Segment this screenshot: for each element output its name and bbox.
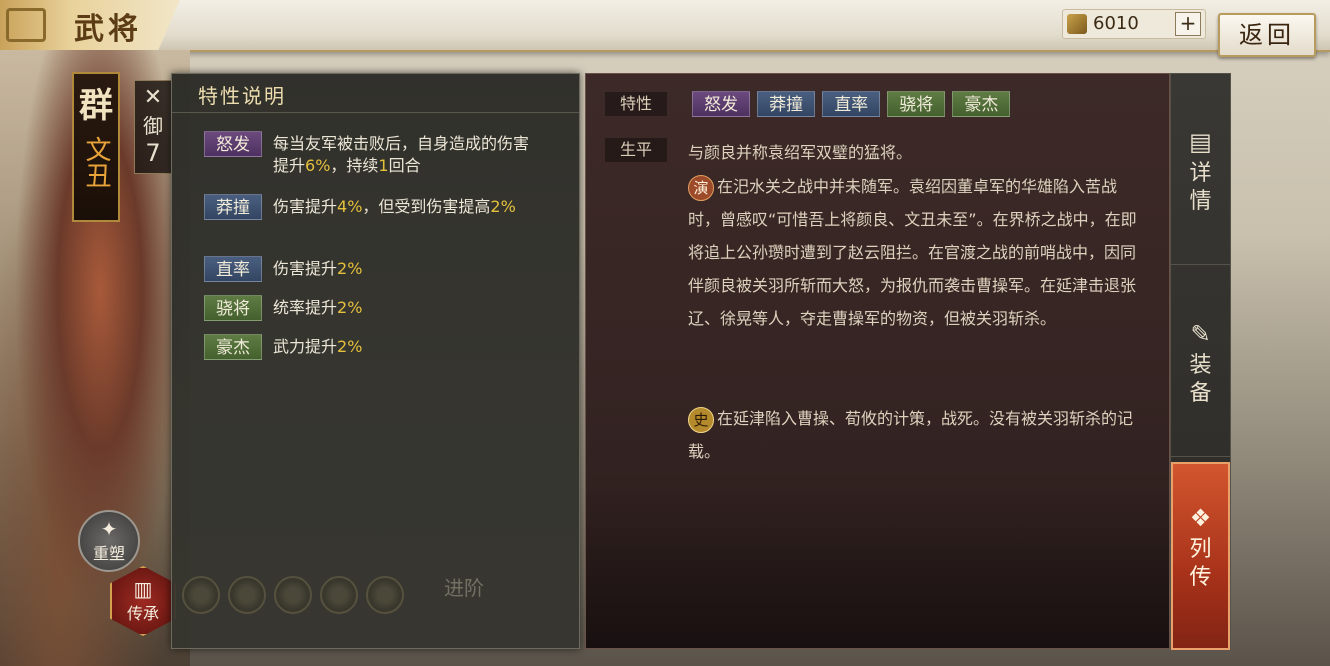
trait-tag: 豪杰	[204, 334, 262, 360]
trait-tag: 怒发	[204, 131, 262, 157]
tab-biography[interactable]: ❖ 列 传	[1171, 462, 1230, 650]
trait-tag: 莽撞	[204, 194, 262, 220]
battle-scene-background	[586, 488, 1169, 648]
add-currency-button[interactable]: +	[1175, 12, 1201, 36]
rebuild-button[interactable]: ✦ 重塑	[78, 510, 140, 572]
gold-ingot-icon	[1067, 14, 1087, 34]
tab-label: 情	[1189, 189, 1212, 214]
currency-display: 6010 +	[1062, 9, 1206, 39]
page-title: 武将	[74, 12, 142, 47]
tab-label: 详	[1189, 161, 1212, 186]
history-text: 在延津陷入曹操、荀攸的计策，战死。没有被关羽斩杀的记载。	[688, 409, 1134, 461]
divider	[172, 112, 579, 113]
trait-tag: 骁将	[204, 295, 262, 321]
trait-row: 怒发 每当友军被击败后，自身造成的伤害提升6%，持续1回合	[204, 131, 554, 175]
star-slot-icon	[274, 576, 312, 614]
desc-text: 武力提升	[273, 337, 338, 356]
top-bar: 武将 6010 +	[0, 0, 1330, 52]
novel-account: 演在汜水关之战中并未随军。袁绍因董卓军的华雄陷入苦战时，曾感叹“可惜吾上将颜良、…	[688, 170, 1144, 335]
troop-type-label: 御	[143, 114, 163, 138]
desc-text: 统率提升	[273, 298, 338, 317]
biography-summary: 与颜良并称袁绍军双璧的猛将。	[688, 143, 913, 162]
star-slot-icon	[366, 576, 404, 614]
trait-tag-anger[interactable]: 怒发	[692, 91, 750, 117]
novel-text: 在汜水关之战中并未随军。袁绍因董卓军的华雄陷入苦战时，曾感叹“可惜吾上将颜良、文…	[688, 177, 1137, 328]
trait-row: 骁将 统率提升2%	[204, 295, 554, 321]
novel-mark-icon: 演	[688, 174, 714, 201]
history-account: 史在延津陷入曹操、荀攸的计策，战死。没有被关羽斩杀的记载。	[688, 402, 1144, 468]
trait-row: 莽撞 伤害提升4%，但受到伤害提高2%	[204, 194, 554, 220]
advance-button[interactable]: 进阶	[444, 572, 484, 601]
star-slot-icon	[182, 576, 220, 614]
tab-label: 列	[1189, 537, 1212, 562]
equipment-icon: ✎	[1190, 320, 1211, 348]
desc-text: 回合	[388, 156, 421, 175]
desc-highlight: 1	[378, 156, 389, 175]
desc-highlight: 6%	[305, 156, 331, 175]
trait-tag: 直率	[204, 256, 262, 282]
barcode-icon: ▥	[133, 577, 153, 601]
tab-label: 备	[1189, 381, 1212, 406]
trait-explanation-panel: 特性说明 怒发 每当友军被击败后，自身造成的伤害提升6%，持续1回合 莽撞 伤害…	[171, 73, 580, 649]
rebuild-label: 重塑	[92, 544, 125, 563]
desc-highlight: 2%	[337, 298, 363, 317]
desc-text: ，持续	[330, 156, 379, 175]
desc-text: 伤害提升	[273, 259, 338, 278]
desc-highlight: 2%	[337, 259, 363, 278]
trait-description: 统率提升2%	[273, 297, 543, 319]
rebuild-icon: ✦	[100, 517, 118, 541]
panel-title: 特性说明	[198, 84, 286, 108]
faction-banner: 群 文丑	[72, 72, 120, 222]
tab-details[interactable]: ▤ 详 情	[1171, 74, 1230, 265]
biography-icon: ❖	[1189, 504, 1212, 532]
trait-description: 每当友军被击败后，自身造成的伤害提升6%，持续1回合	[273, 133, 543, 177]
desc-highlight: 2%	[337, 337, 363, 356]
trait-description: 伤害提升4%，但受到伤害提高2%	[273, 196, 543, 218]
inherit-label: 传承	[126, 604, 159, 623]
trait-tag-hero[interactable]: 豪杰	[952, 91, 1011, 117]
troop-type-badge: ✕ 御 7	[134, 80, 172, 174]
desc-highlight: 4%	[337, 197, 363, 216]
desc-text: 伤害提升	[273, 197, 338, 216]
tab-label: 传	[1189, 565, 1212, 590]
desc-text: ，但受到伤害提高	[362, 197, 491, 216]
trait-tag-frank[interactable]: 直率	[822, 91, 881, 117]
biography-panel: 特性 怒发 莽撞 直率 骁将 豪杰 生平 与颜良并称袁绍军双璧的猛将。 演在汜水…	[585, 73, 1170, 649]
scroll-icon: ▤	[1189, 128, 1212, 156]
back-button[interactable]: 返回	[1218, 13, 1316, 57]
currency-amount: 6010	[1093, 13, 1139, 34]
faction-label: 群	[79, 86, 113, 126]
title-plate: 武将	[0, 0, 180, 50]
traits-label: 特性	[605, 92, 667, 116]
side-tab-bar: ▤ 详 情 ✎ 装 备 ❖ 列 传	[1170, 73, 1231, 650]
star-slot-icon	[320, 576, 358, 614]
troop-type-value: 7	[145, 139, 161, 167]
tab-label: 装	[1189, 353, 1212, 378]
hero-name: 文丑	[74, 136, 118, 197]
star-slot-icon	[228, 576, 266, 614]
shield-cross-icon: ✕	[143, 85, 163, 110]
trait-row: 豪杰 武力提升2%	[204, 334, 554, 360]
trait-description: 伤害提升2%	[273, 258, 543, 280]
trait-description: 武力提升2%	[273, 336, 543, 358]
biography-label: 生平	[605, 138, 667, 162]
trait-tag-reckless[interactable]: 莽撞	[757, 91, 816, 117]
desc-highlight: 2%	[490, 197, 516, 216]
hero-name-text: 文丑	[81, 136, 111, 188]
title-ornament-icon	[6, 8, 46, 42]
history-mark-icon: 史	[688, 406, 714, 433]
trait-row: 直率 伤害提升2%	[204, 256, 554, 282]
advance-bar: 进阶	[182, 570, 572, 620]
tab-equipment[interactable]: ✎ 装 备	[1171, 266, 1230, 457]
trait-tag-list: 怒发 莽撞 直率 骁将 豪杰	[692, 91, 1012, 117]
trait-tag-valiant[interactable]: 骁将	[887, 91, 946, 117]
